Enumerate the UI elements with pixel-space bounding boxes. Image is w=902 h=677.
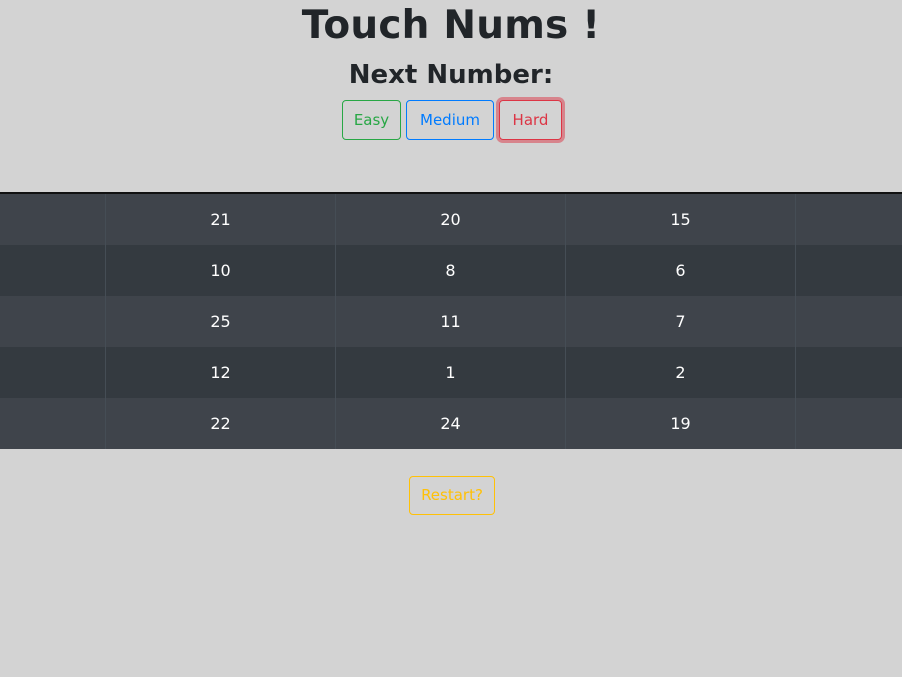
grid-cell[interactable]: 11 — [335, 296, 565, 347]
grid-cell[interactable]: 15 — [565, 194, 795, 245]
grid-row-4: 12 1 2 — [0, 347, 902, 398]
medium-button[interactable]: Medium — [406, 100, 494, 140]
restart-button[interactable]: Restart? — [409, 476, 495, 515]
grid-cell[interactable]: 21 — [105, 194, 335, 245]
easy-button[interactable]: Easy — [342, 100, 401, 140]
grid-cell[interactable]: 20 — [335, 194, 565, 245]
number-grid: 21 20 15 10 8 6 25 11 7 12 1 2 22 24 19 — [0, 192, 902, 449]
grid-cell[interactable]: 19 — [565, 398, 795, 449]
grid-cell[interactable] — [795, 398, 902, 449]
grid-cell[interactable]: 22 — [105, 398, 335, 449]
grid-cell[interactable] — [0, 347, 105, 398]
page-title: Touch Nums ! — [301, 3, 601, 48]
grid-cell[interactable]: 2 — [565, 347, 795, 398]
grid-cell[interactable]: 24 — [335, 398, 565, 449]
grid-cell[interactable] — [0, 398, 105, 449]
grid-cell[interactable]: 10 — [105, 245, 335, 296]
page: Touch Nums ! Next Number: Easy Medium Ha… — [0, 0, 902, 677]
grid-row-5: 22 24 19 — [0, 398, 902, 449]
grid-row-3: 25 11 7 — [0, 296, 902, 347]
difficulty-selector: Easy Medium Hard — [0, 100, 902, 140]
grid-cell[interactable] — [795, 296, 902, 347]
grid-cell[interactable]: 12 — [105, 347, 335, 398]
grid-cell[interactable]: 25 — [105, 296, 335, 347]
grid-cell[interactable] — [0, 194, 105, 245]
grid-cell[interactable] — [795, 347, 902, 398]
grid-cell[interactable] — [0, 245, 105, 296]
grid-cell[interactable]: 6 — [565, 245, 795, 296]
next-number-label: Next Number: — [348, 60, 554, 90]
hard-button[interactable]: Hard — [499, 100, 562, 140]
grid-cell[interactable]: 1 — [335, 347, 565, 398]
grid-row-2: 10 8 6 — [0, 245, 902, 296]
grid-cell[interactable] — [795, 245, 902, 296]
grid-cell[interactable] — [0, 296, 105, 347]
grid-cell[interactable] — [795, 194, 902, 245]
grid-row-1: 21 20 15 — [0, 194, 902, 245]
grid-cell[interactable]: 7 — [565, 296, 795, 347]
grid-cell[interactable]: 8 — [335, 245, 565, 296]
